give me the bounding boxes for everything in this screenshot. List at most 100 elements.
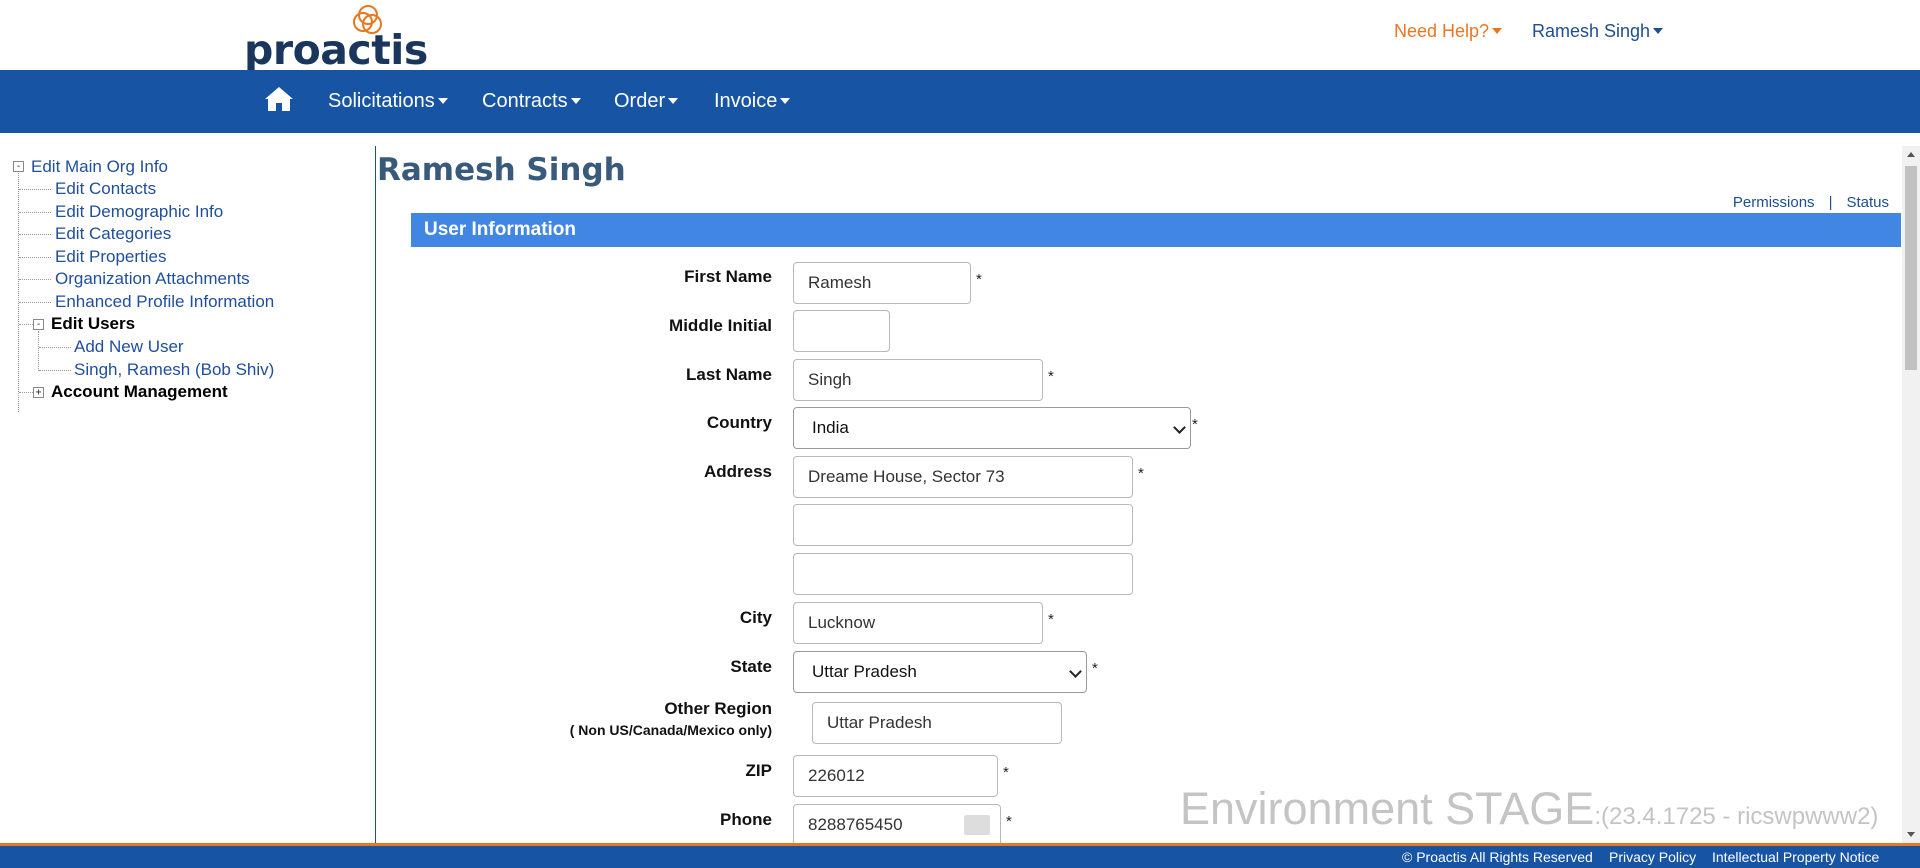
zip-label: ZIP [745,761,772,780]
phone-input[interactable]: 8288765450 [793,804,1001,843]
tree-user-singh-ramesh[interactable]: Singh, Ramesh (Bob Shiv) [74,360,274,380]
country-select[interactable]: India [793,407,1191,449]
first-name-input[interactable] [793,262,971,304]
tree-edit-demographic-info[interactable]: Edit Demographic Info [55,202,223,222]
chevron-down-icon [1173,421,1186,434]
nav-order[interactable]: Order [614,90,679,113]
address-line3-input[interactable] [793,553,1133,595]
link-separator: | [1828,194,1833,211]
tree-connector [19,324,33,325]
state-selected-value: Uttar Pradesh [812,662,917,681]
copyright-text: © Proactis All Rights Reserved [1402,849,1593,865]
state-select[interactable]: Uttar Pradesh [793,651,1087,693]
tree-edit-users[interactable]: Edit Users [51,314,135,334]
scroll-up-icon[interactable] [1907,152,1915,157]
collapse-toggle-icon[interactable]: - [33,319,44,330]
nav-solicitations[interactable]: Solicitations [328,90,448,113]
country-label: Country [706,413,772,432]
permissions-link[interactable]: Permissions [1733,194,1815,211]
footer-bar: © Proactis All Rights Reserved Privacy P… [0,843,1920,868]
tree-connector [19,279,51,280]
phone-extension-button[interactable] [964,815,990,835]
tree-connector [19,234,51,235]
last-name-label: Last Name [686,365,772,384]
home-icon[interactable] [264,86,294,112]
privacy-policy-link[interactable]: Privacy Policy [1609,849,1696,865]
caret-down-icon [1653,28,1664,34]
tree-connector [19,189,51,190]
required-marker: * [976,271,982,288]
middle-initial-label: Middle Initial [669,316,772,335]
environment-watermark: Environment STAGE:(23.4.1725 - ricswpwww… [1180,783,1878,835]
user-information-header: User Information [411,213,1901,247]
other-region-note: ( Non US/Canada/Mexico only) [569,722,772,738]
scroll-thumb[interactable] [1905,166,1917,370]
nav-solicitations-label: Solicitations [328,90,435,112]
caret-down-icon [437,98,448,104]
tree-connector [39,370,71,371]
tree-edit-main-org-info[interactable]: Edit Main Org Info [31,157,168,177]
last-name-input[interactable] [793,359,1043,401]
city-input[interactable] [793,602,1043,644]
city-label: City [739,608,772,627]
phone-value: 8288765450 [808,815,903,834]
need-help-menu[interactable]: Need Help? [1394,21,1503,42]
section-title: User Information [424,219,577,240]
sidebar-tree: - Edit Main Org Info Edit Contacts Edit … [0,148,375,843]
nav-invoice-label: Invoice [714,90,778,112]
tree-organization-attachments[interactable]: Organization Attachments [55,269,250,289]
tree-account-management[interactable]: Account Management [51,382,228,402]
environment-label: Environment STAGE [1180,783,1595,834]
status-link[interactable]: Status [1846,194,1889,211]
required-marker: * [1138,465,1144,482]
tree-edit-categories[interactable]: Edit Categories [55,224,171,244]
expand-toggle-icon[interactable]: + [33,387,44,398]
tree-connector [38,331,39,371]
required-marker: * [1048,368,1054,385]
main-scrollbar[interactable] [1902,146,1920,843]
proactis-logo[interactable]: proactis [244,4,428,74]
address-line2-input[interactable] [793,504,1133,546]
nav-invoice[interactable]: Invoice [714,90,791,113]
main-content: Ramesh Singh Permissions | Status User Inf… [376,146,1902,843]
tree-connector [19,257,51,258]
page-title: Ramesh Singh [377,152,626,188]
scroll-down-icon[interactable] [1907,832,1915,837]
main-navbar: Solicitations Contracts Order Invoice [0,70,1920,133]
required-marker: * [1006,813,1012,830]
other-region-input[interactable] [812,702,1062,744]
tree-add-new-user[interactable]: Add New User [74,337,184,357]
state-label: State [730,657,772,676]
other-region-label: Other Region [664,699,772,718]
required-marker: * [1003,764,1009,781]
user-action-links: Permissions | Status [1733,194,1889,211]
tree-connector [19,212,51,213]
need-help-label: Need Help? [1394,21,1490,41]
user-menu[interactable]: Ramesh Singh [1532,21,1664,42]
required-marker: * [1048,611,1054,628]
tree-connector [19,302,51,303]
tree-connector [39,347,71,348]
address-label: Address [703,462,772,481]
ip-notice-link[interactable]: Intellectual Property Notice [1712,849,1879,865]
chevron-down-icon [1069,665,1082,678]
top-header: proactis Need Help? Ramesh Singh [0,0,1920,74]
tree-edit-properties[interactable]: Edit Properties [55,247,167,267]
nav-order-label: Order [614,90,666,112]
zip-input[interactable] [793,755,998,797]
required-marker: * [1192,416,1198,433]
address-line1-input[interactable] [793,456,1133,498]
tree-edit-contacts[interactable]: Edit Contacts [55,179,156,199]
middle-initial-input[interactable] [793,310,890,352]
collapse-toggle-icon[interactable]: - [13,161,24,172]
environment-version: :(23.4.1725 - ricswpwww2) [1594,803,1879,830]
country-selected-value: India [812,418,849,437]
tree-enhanced-profile-information[interactable]: Enhanced Profile Information [55,292,274,312]
nav-contracts-label: Contracts [482,90,568,112]
caret-down-icon [570,98,581,104]
user-name-label: Ramesh Singh [1532,21,1651,41]
nav-contracts[interactable]: Contracts [482,90,581,113]
phone-label: Phone [720,810,772,829]
required-marker: * [1092,660,1098,677]
first-name-label: First Name [684,267,772,286]
